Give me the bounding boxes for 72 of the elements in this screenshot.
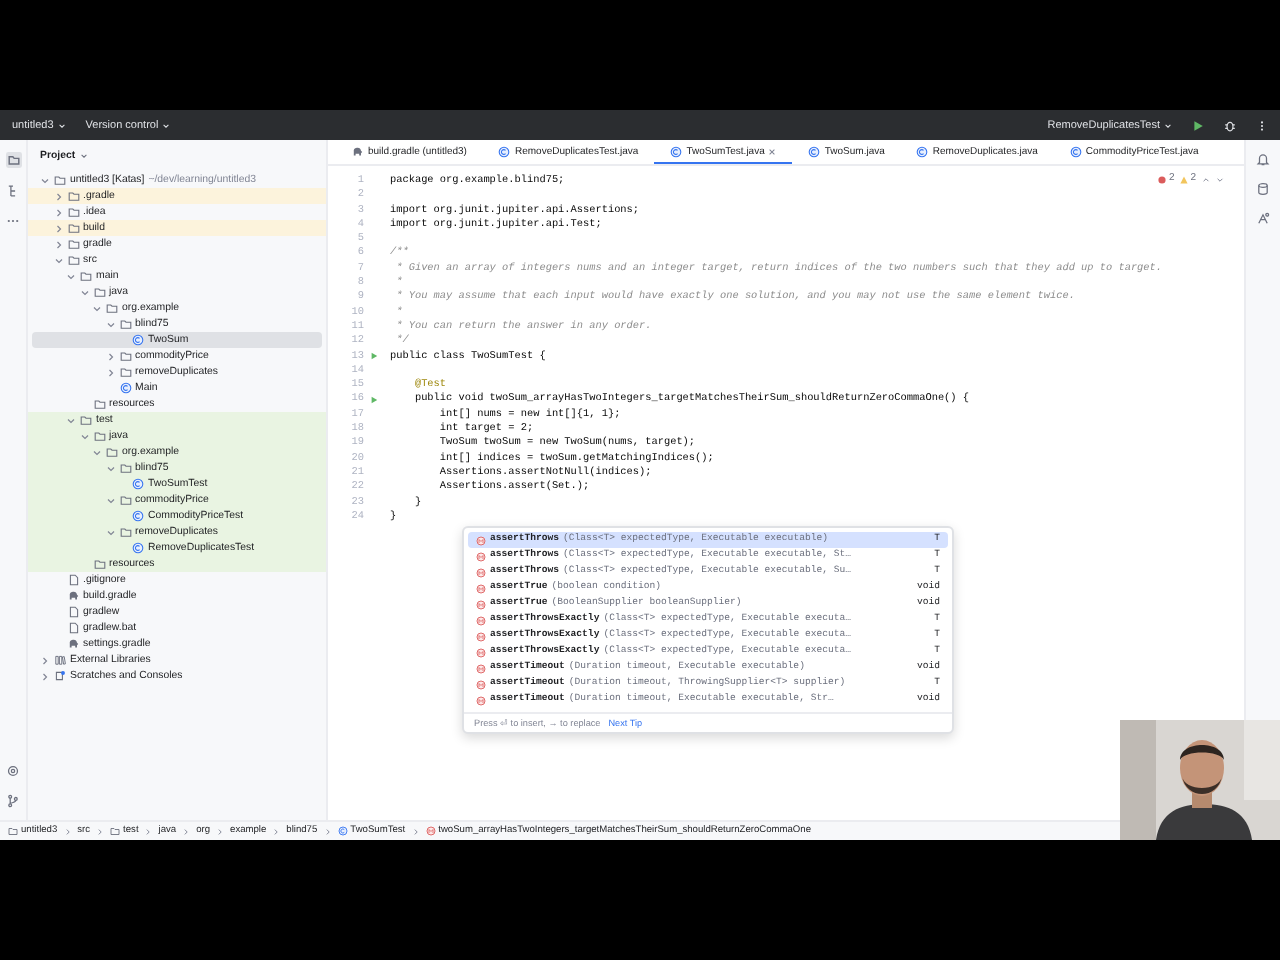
class-icon xyxy=(808,145,821,157)
class-icon xyxy=(119,382,131,394)
run-gutter-icon[interactable] xyxy=(370,396,378,405)
caret-icon xyxy=(79,152,88,160)
package-icon xyxy=(119,494,131,506)
error-icon xyxy=(1158,175,1167,184)
debug-icon[interactable] xyxy=(1224,119,1236,131)
method-icon xyxy=(476,631,486,641)
chevron-right-icon[interactable] xyxy=(53,191,63,201)
chevron-down-icon[interactable] xyxy=(92,447,102,457)
chevron-right-icon[interactable] xyxy=(53,223,63,233)
method-icon xyxy=(476,679,486,689)
class-icon xyxy=(132,510,144,522)
chevron-down-icon[interactable] xyxy=(79,287,89,297)
bell-icon[interactable] xyxy=(1256,152,1270,166)
library-icon xyxy=(54,654,66,666)
close-icon[interactable] xyxy=(768,147,777,155)
chevron-down-icon[interactable] xyxy=(105,463,115,473)
chevron-down-icon[interactable] xyxy=(40,175,50,185)
caret-icon xyxy=(1164,121,1172,129)
file-icon xyxy=(67,574,79,586)
warning-icon xyxy=(1180,175,1189,184)
folder-icon xyxy=(110,826,121,836)
chevron-right-icon[interactable] xyxy=(105,351,115,361)
class-icon xyxy=(337,826,348,836)
class-icon xyxy=(1069,145,1082,157)
folder-icon[interactable] xyxy=(5,152,21,168)
method-icon xyxy=(476,615,486,625)
chevron-right-icon[interactable] xyxy=(53,207,63,217)
run-icon[interactable] xyxy=(1192,119,1204,131)
class-icon xyxy=(132,334,144,346)
chevron-right-icon[interactable] xyxy=(53,239,63,249)
branch-icon[interactable] xyxy=(6,794,20,808)
chevron-down-icon[interactable] xyxy=(53,255,63,265)
chevron-right-icon[interactable] xyxy=(105,367,115,377)
package-icon xyxy=(119,526,131,538)
method-icon xyxy=(476,695,486,705)
elephant-icon xyxy=(67,590,79,602)
scratch-file-icon xyxy=(54,670,66,682)
class-icon xyxy=(132,478,144,490)
class-icon xyxy=(916,145,929,157)
method-icon xyxy=(425,826,436,836)
method-icon xyxy=(476,647,486,657)
class-icon xyxy=(670,145,683,157)
chevron-down-icon[interactable] xyxy=(105,495,115,505)
module-icon xyxy=(8,826,18,836)
database-icon[interactable] xyxy=(1256,182,1270,196)
chevron-right-icon[interactable] xyxy=(40,671,50,681)
method-icon xyxy=(476,583,486,593)
structure-icon[interactable] xyxy=(6,184,20,198)
class-icon xyxy=(498,145,511,157)
chevron-down-icon[interactable] xyxy=(66,415,76,425)
method-icon xyxy=(476,567,486,577)
ai-assistant-icon[interactable] xyxy=(1256,212,1270,226)
caret-icon xyxy=(162,121,171,129)
chevron-down-icon[interactable] xyxy=(79,431,89,441)
chevron-down-icon[interactable] xyxy=(105,527,115,537)
run-gutter-icon[interactable] xyxy=(370,352,378,361)
caret-icon xyxy=(57,121,66,129)
elephant-icon xyxy=(67,638,79,650)
chevron-down-icon[interactable] xyxy=(105,319,115,329)
chevron-right-icon[interactable] xyxy=(40,655,50,665)
method-icon xyxy=(476,599,486,609)
method-icon xyxy=(476,663,486,673)
folder-icon xyxy=(93,558,105,570)
method-icon xyxy=(476,535,486,545)
method-icon xyxy=(476,551,486,561)
chevron-down-icon[interactable] xyxy=(92,303,102,313)
chevron-down-icon[interactable] xyxy=(66,271,76,281)
class-icon xyxy=(132,542,144,554)
module-icon xyxy=(54,174,66,186)
elephant-icon xyxy=(352,145,364,157)
